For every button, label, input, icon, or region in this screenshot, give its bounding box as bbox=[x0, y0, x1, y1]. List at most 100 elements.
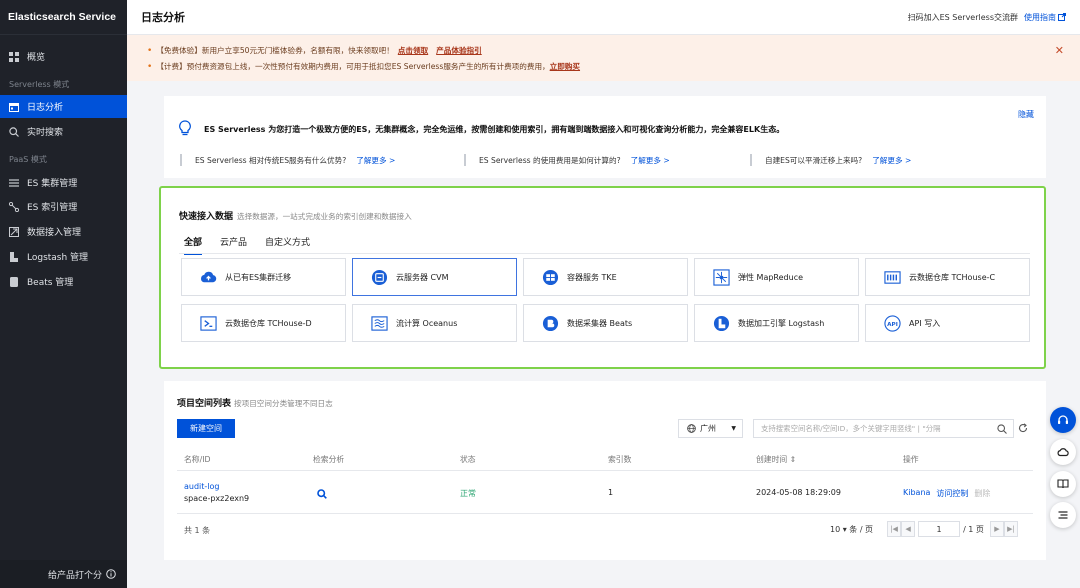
sidebar-item-label: Logstash 管理 bbox=[27, 253, 89, 263]
learn-more-link[interactable]: 了解更多 > bbox=[872, 155, 911, 166]
access-control-link[interactable]: 访问控制 bbox=[936, 488, 968, 499]
qr-group-link[interactable]: 扫码加入ES Serverless交流群 bbox=[908, 12, 1018, 23]
column-header: 操作 bbox=[903, 455, 919, 464]
sidebar-item-label: ES 集群管理 bbox=[27, 179, 78, 189]
sidebar-item-overview[interactable]: 概览 bbox=[0, 45, 127, 68]
header-divider bbox=[177, 470, 1033, 471]
bullet-icon: • bbox=[147, 46, 153, 56]
faq-question: ES Serverless 的使用费用是如何计算的? bbox=[479, 155, 621, 165]
index-count: 1 bbox=[608, 488, 614, 497]
notice-row: • 【免费体验】新用户立享50元无门槛体验券，名额有限，快来领取吧！ 点击领取 … bbox=[147, 43, 1080, 59]
api-icon: API bbox=[884, 314, 901, 332]
beats-icon bbox=[10, 276, 18, 287]
sidebar-item-label: ES 索引管理 bbox=[27, 203, 78, 213]
tke-icon bbox=[542, 269, 559, 285]
tile-cvm[interactable]: 云服务器 CVM bbox=[352, 258, 517, 296]
tile-api[interactable]: API API 写入 bbox=[865, 304, 1030, 342]
page-title: 日志分析 bbox=[141, 11, 185, 24]
sidebar-item-realtime-search[interactable]: 实时搜索 bbox=[0, 120, 127, 143]
page-size-select[interactable]: 10 ▾ 条 / 页 bbox=[830, 524, 873, 535]
hide-link[interactable]: 隐藏 bbox=[1018, 109, 1034, 120]
section-serverless: Serverless 模式 bbox=[9, 80, 70, 89]
faq-item: 自建ES可以平滑迁移上来吗? 了解更多 > bbox=[750, 154, 1030, 166]
sidebar-item-label: 日志分析 bbox=[27, 103, 64, 113]
tile-tchouse-d[interactable]: 云数据仓库 TCHouse-D bbox=[181, 304, 346, 342]
guide-link[interactable]: 使用指南 bbox=[1024, 12, 1066, 23]
claim-link[interactable]: 点击领取 bbox=[398, 45, 428, 57]
tile-tchouse-c[interactable]: 云数据仓库 TCHouse-C bbox=[865, 258, 1030, 296]
tile-beats[interactable]: 数据采集器 Beats bbox=[523, 304, 688, 342]
logstash-icon bbox=[713, 315, 730, 331]
last-page-button[interactable]: ▶| bbox=[1003, 521, 1018, 537]
globe-icon bbox=[687, 424, 696, 433]
tile-oceanus[interactable]: 流计算 Oceanus bbox=[352, 304, 517, 342]
next-page-button[interactable]: ▶ bbox=[989, 521, 1004, 537]
intro-card: ES Serverless 为您打造一个极致方便的ES，无集群概念，完全免运维，… bbox=[164, 96, 1046, 178]
close-icon[interactable]: ✕ bbox=[1055, 44, 1064, 57]
tile-label: 流计算 Oceanus bbox=[396, 318, 458, 328]
sidebar-item-log-analysis[interactable]: 日志分析 bbox=[0, 95, 127, 118]
region-select[interactable]: 广州 ▼ bbox=[678, 419, 743, 438]
buy-now-link[interactable]: 立即购买 bbox=[550, 61, 580, 73]
column-header: 检索分析 bbox=[313, 455, 345, 464]
delete-link[interactable]: 删除 bbox=[974, 488, 990, 499]
customer-service-button[interactable] bbox=[1050, 407, 1076, 433]
search-input[interactable]: 支持搜索空间名称/空间ID，多个关键字用竖线" | "分隔 bbox=[753, 419, 1014, 438]
tile-label: 从已有ES集群迁移 bbox=[225, 272, 292, 282]
notice-row: • 【计费】预付费资源包上线，一次性预付有效期内费用，可用于抵扣您ES Serv… bbox=[147, 59, 1080, 75]
feedback-button[interactable] bbox=[1050, 439, 1076, 465]
rate-product-label: 给产品打个分 bbox=[47, 570, 102, 581]
tchouse-d-icon bbox=[200, 315, 217, 331]
notice-text: 【免费体验】新用户立享50元无门槛体验券，名额有限，快来领取吧！ bbox=[156, 46, 394, 55]
beats-icon bbox=[542, 315, 559, 331]
first-page-button[interactable]: |◀ bbox=[887, 521, 902, 537]
tab-all[interactable]: 全部 bbox=[184, 235, 203, 255]
page-number-input[interactable]: 1 bbox=[918, 521, 961, 537]
svg-text:API: API bbox=[887, 321, 898, 327]
product-title: Elasticsearch Service bbox=[0, 0, 127, 35]
quick-title: 快速接入数据 选择数据源，一站式完成业务的索引创建和数据接入 bbox=[179, 209, 412, 222]
tile-label: 弹性 MapReduce bbox=[738, 272, 804, 282]
project-title-text: 项目空间列表 bbox=[177, 399, 232, 409]
project-title: 项目空间列表 按项目空间分类管理不同日志 bbox=[177, 396, 333, 409]
project-space-card: 项目空间列表 按项目空间分类管理不同日志 新建空间 广州 ▼ 支持搜索空间名称/空… bbox=[164, 381, 1046, 560]
sidebar-item-logstash[interactable]: Logstash 管理 bbox=[0, 245, 127, 268]
learn-more-link[interactable]: 了解更多 > bbox=[356, 155, 395, 166]
column-header: 状态 bbox=[460, 455, 476, 464]
tchouse-c-icon bbox=[884, 270, 901, 284]
new-space-button[interactable]: 新建空间 bbox=[177, 419, 235, 438]
notice-banner: • 【免费体验】新用户立享50元无门槛体验券，名额有限，快来领取吧！ 点击领取 … bbox=[127, 35, 1080, 81]
sidebar-item-index[interactable]: ES 索引管理 bbox=[0, 195, 127, 218]
cvm-icon bbox=[371, 269, 388, 285]
sidebar-item-label: Beats 管理 bbox=[27, 278, 74, 288]
emr-icon bbox=[713, 268, 730, 286]
learn-more-link[interactable]: 了解更多 > bbox=[631, 155, 670, 166]
space-name-link[interactable]: audit-log bbox=[184, 482, 220, 491]
sidebar-item-cluster[interactable]: ES 集群管理 bbox=[0, 171, 127, 194]
tab-cloud-products[interactable]: 云产品 bbox=[220, 235, 247, 255]
menu-button[interactable] bbox=[1050, 502, 1076, 528]
book-icon bbox=[1057, 479, 1069, 489]
search-icon[interactable] bbox=[997, 424, 1007, 434]
notice-text: 【计费】预付费资源包上线，一次性预付有效期内费用，可用于抵扣您ES Server… bbox=[156, 62, 550, 71]
tile-tke[interactable]: 容器服务 TKE bbox=[523, 258, 688, 296]
sidebar-item-beats[interactable]: Beats 管理 bbox=[0, 270, 127, 293]
tile-label: API 写入 bbox=[909, 318, 941, 328]
sidebar-item-data-ingest[interactable]: 数据接入管理 bbox=[0, 220, 127, 243]
refresh-icon[interactable] bbox=[1018, 423, 1028, 433]
rate-product-button[interactable]: 给产品打个分 bbox=[0, 560, 127, 588]
faq-item: ES Serverless 相对传统ES服务有什么优势? 了解更多 > bbox=[180, 154, 460, 166]
search-analyze-icon[interactable] bbox=[317, 489, 327, 499]
tile-emr[interactable]: 弹性 MapReduce bbox=[694, 258, 859, 296]
kibana-link[interactable]: Kibana bbox=[903, 488, 930, 499]
grid-icon bbox=[9, 51, 19, 62]
prev-page-button[interactable]: ◀ bbox=[901, 521, 916, 537]
created-time: 2024-05-08 18:29:09 bbox=[756, 488, 841, 497]
tab-custom[interactable]: 自定义方式 bbox=[265, 235, 310, 255]
tile-es-migration[interactable]: 从已有ES集群迁移 bbox=[181, 258, 346, 296]
docs-button[interactable] bbox=[1050, 471, 1076, 497]
experience-guide-link[interactable]: 产品体验指引 bbox=[436, 45, 482, 57]
tile-logstash[interactable]: 数据加工引擎 Logstash bbox=[694, 304, 859, 342]
search-placeholder: 支持搜索空间名称/空间ID，多个关键字用竖线" | "分隔 bbox=[761, 424, 941, 433]
column-header-sortable[interactable]: 创建时间 ⇕ bbox=[756, 454, 796, 465]
